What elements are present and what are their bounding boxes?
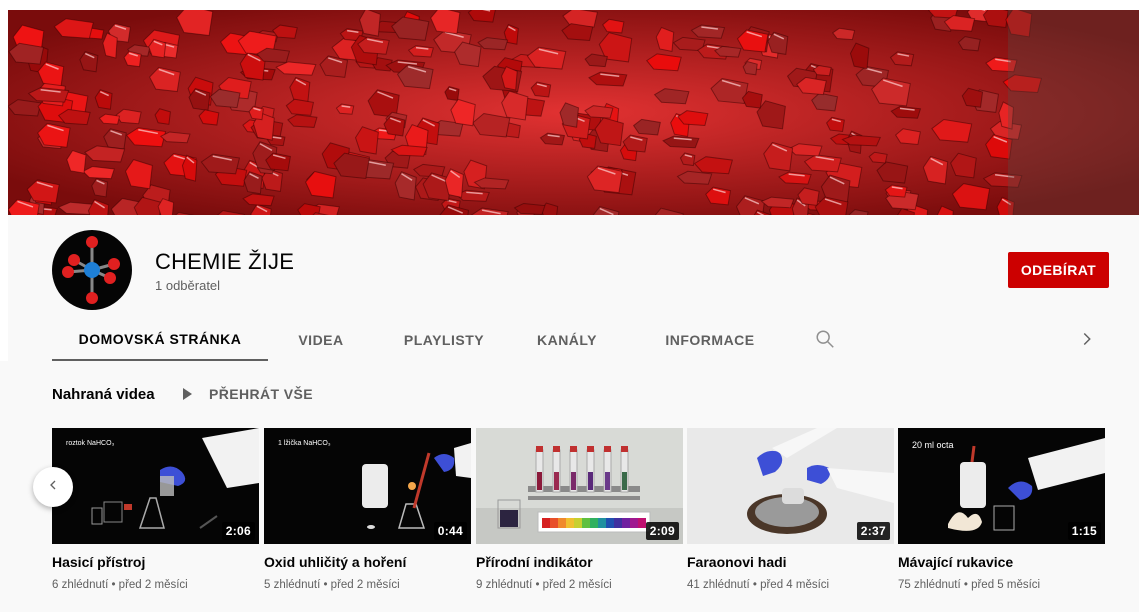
tab-home[interactable]: DOMOVSKÁ STRÁNKA [52, 318, 268, 361]
channel-tabs: DOMOVSKÁ STRÁNKA VIDEA PLAYLISTY KANÁLY … [52, 318, 1112, 361]
video-title[interactable]: Oxid uhličitý a hoření [264, 554, 471, 570]
subscriber-count: 1 odběratel [155, 278, 221, 293]
play-icon [183, 388, 192, 400]
channel-header: CHEMIE ŽIJE 1 odběratel ODEBÍRAT DOMOVSK… [8, 215, 1139, 361]
search-icon[interactable] [814, 328, 836, 355]
tab-playlists[interactable]: PLAYLISTY [398, 318, 490, 361]
channel-name: CHEMIE ŽIJE [155, 249, 295, 274]
home-content: Nahraná videa PŘEHRÁT VŠE roztok NaHCO₃ … [0, 361, 1139, 612]
video-title[interactable]: Hasicí přístroj [52, 554, 259, 570]
carousel-prev-button[interactable] [33, 467, 73, 507]
play-all-button[interactable]: PŘEHRÁT VŠE [183, 386, 313, 402]
video-title[interactable]: Faraonovi hadi [687, 554, 894, 570]
channel-banner [8, 10, 1139, 215]
subscribe-button[interactable]: ODEBÍRAT [1008, 252, 1109, 288]
chevron-left-icon [45, 477, 61, 498]
video-title[interactable]: Mávající rukavice [898, 554, 1105, 570]
video-thumbnail[interactable]: 1 lžička NaHCO₃ 0:44 [264, 428, 471, 544]
video-card[interactable]: roztok NaHCO₃ 2:06 Hasicí přístroj 6 zhl… [52, 428, 259, 591]
tab-channels[interactable]: KANÁLY [530, 318, 604, 361]
video-card[interactable]: 2:37 Faraonovi hadi 41 zhlédnutí • před … [687, 428, 894, 591]
shelf-title[interactable]: Nahraná videa [52, 386, 155, 403]
thumbnail-caption: 20 ml octa [912, 440, 954, 450]
video-thumbnail[interactable]: roztok NaHCO₃ 2:06 [52, 428, 259, 544]
video-thumbnail[interactable]: 20 ml octa 1:15 [898, 428, 1105, 544]
video-duration: 2:09 [645, 522, 679, 540]
video-card[interactable]: 2:09 Přírodní indikátor 9 zhlédnutí • př… [476, 428, 683, 591]
video-meta: 9 zhlédnutí • před 2 měsíci [476, 579, 612, 591]
video-duration: 0:44 [433, 522, 467, 540]
video-thumbnail[interactable]: 2:37 [687, 428, 894, 544]
video-duration: 1:15 [1067, 522, 1101, 540]
thumbnail-caption: 1 lžička NaHCO₃ [278, 440, 331, 447]
video-duration: 2:37 [856, 522, 890, 540]
tab-videos[interactable]: VIDEA [284, 318, 358, 361]
play-all-label: PŘEHRÁT VŠE [209, 386, 313, 402]
video-meta: 41 zhlédnutí • před 4 měsíci [687, 579, 830, 591]
video-meta: 6 zhlédnutí • před 2 měsíci [52, 579, 188, 591]
video-duration: 2:06 [221, 522, 255, 540]
thumbnail-caption: roztok NaHCO₃ [66, 440, 115, 447]
video-thumbnail[interactable]: 2:09 [476, 428, 683, 544]
video-card[interactable]: 1 lžička NaHCO₃ 0:44 Oxid uhličitý a hoř… [264, 428, 471, 591]
tab-about[interactable]: INFORMACE [657, 318, 763, 361]
video-meta: 5 zhlédnutí • před 2 měsíci [264, 579, 400, 591]
video-card[interactable]: 20 ml octa 1:15 Mávající rukavice 75 zhl… [898, 428, 1105, 591]
chevron-right-icon[interactable] [1076, 328, 1098, 355]
video-meta: 75 zhlédnutí • před 5 měsíci [898, 579, 1041, 591]
channel-avatar[interactable] [52, 230, 132, 310]
video-title[interactable]: Přírodní indikátor [476, 554, 683, 570]
